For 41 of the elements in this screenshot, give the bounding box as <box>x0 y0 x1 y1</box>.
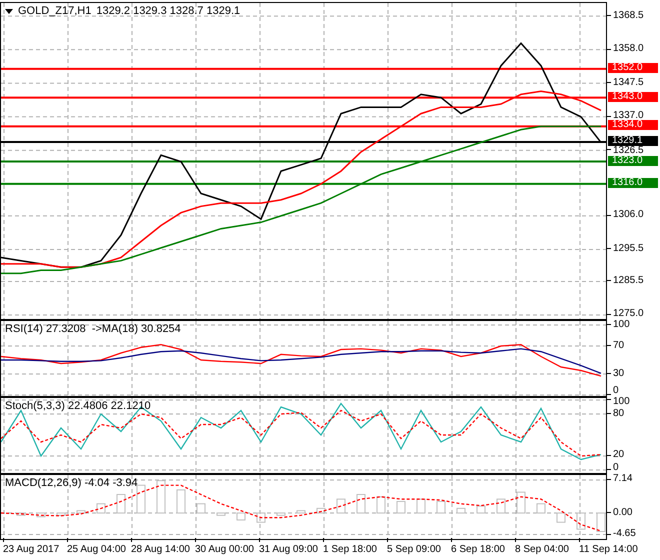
price-level-label: 1316.0 <box>608 178 658 188</box>
indicator-label: RSI(14) 27.3208 ->MA(18) 30.8254 <box>5 323 181 335</box>
axis-label: 20 <box>613 450 624 460</box>
time-axis-label: 8 Sep 04:00 <box>515 544 569 555</box>
quote-values: 1329.2 1329.3 1328.7 1329.1 <box>96 5 240 17</box>
axis-label: 1358.0 <box>613 44 644 54</box>
time-axis-label: 6 Sep 18:00 <box>451 544 505 555</box>
axis-label: 70 <box>613 340 624 350</box>
time-axis-label: 5 Sep 09:00 <box>387 544 441 555</box>
price-level-label: 1334.0 <box>608 120 658 130</box>
axis-label: 7.14 <box>613 474 632 484</box>
axis-label: -4.65 <box>613 529 636 538</box>
axis-label: 1326.5 <box>613 146 644 156</box>
axis-label: 0.00 <box>613 508 632 516</box>
axis-label: 100 <box>613 320 630 329</box>
symbol-label: GOLD_Z17,H1 <box>18 5 92 17</box>
time-axis-label: 30 Aug 00:00 <box>195 544 254 555</box>
axis-label: 1337.0 <box>613 111 644 120</box>
axis-label: 0 <box>613 386 619 395</box>
indicator-label: MACD(12,26,9) -4.04 -3.94 <box>5 477 138 489</box>
axis-label: 1275.0 <box>613 309 644 318</box>
price-level-label: 1323.0 <box>608 156 658 166</box>
axis-label: 1295.5 <box>613 244 644 253</box>
time-axis-label: 28 Aug 14:00 <box>131 544 190 555</box>
axis-label: 30 <box>613 368 624 378</box>
time-axis-label: 11 Sep 14:00 <box>579 544 638 555</box>
axis-label: 1368.5 <box>613 10 644 20</box>
price-level-label: 1329.1 <box>608 136 658 146</box>
axis-label: 100 <box>613 397 630 406</box>
price-level-label: 1352.0 <box>608 62 658 73</box>
axis-label: 1306.0 <box>613 210 644 220</box>
time-axis-label: 1 Sep 18:00 <box>323 544 377 555</box>
time-axis-label: 31 Aug 09:00 <box>259 544 318 555</box>
time-axis-label: 23 Aug 2017 <box>3 544 60 555</box>
indicator-label: Stoch(5,3,3) 22.4806 22.1210 <box>5 400 151 412</box>
axis-label: 1347.5 <box>613 78 644 87</box>
axis-label: 0 <box>613 463 619 472</box>
time-axis-label: 25 Aug 04:00 <box>67 544 126 555</box>
price-level-label: 1343.0 <box>608 92 658 102</box>
axis-label: 80 <box>613 408 624 418</box>
axis-label: 1285.5 <box>613 276 644 285</box>
